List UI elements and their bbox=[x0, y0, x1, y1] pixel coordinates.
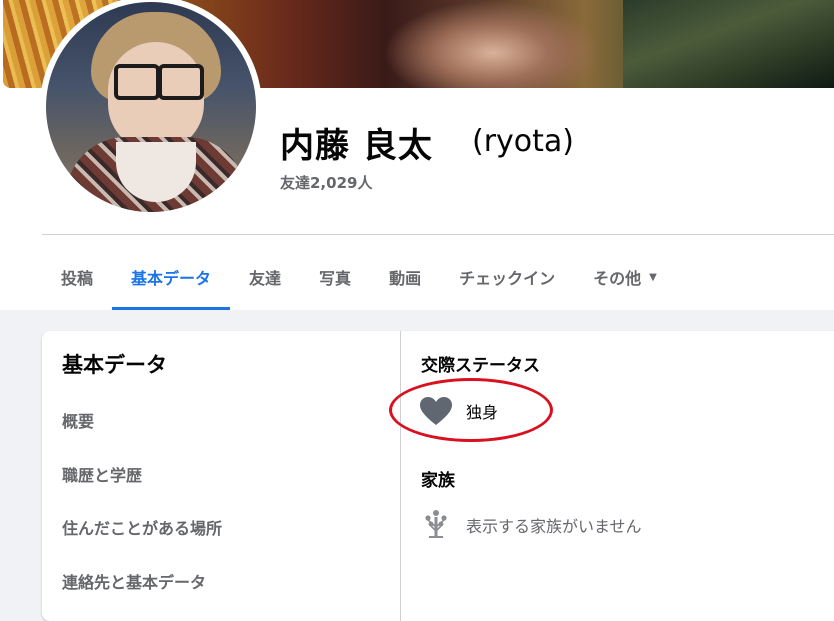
tab-label: 動画 bbox=[389, 269, 422, 288]
avatar-image bbox=[46, 2, 256, 212]
tab-about[interactable]: 基本データ bbox=[112, 244, 231, 310]
header-divider bbox=[42, 234, 834, 235]
family-title: 家族 bbox=[421, 471, 455, 491]
tab-videos[interactable]: 動画 bbox=[370, 244, 440, 310]
profile-name: 内藤 良太 bbox=[280, 126, 433, 166]
about-nav-work-education[interactable]: 職歴と学歴 bbox=[62, 462, 142, 486]
profile-alternate-name: (ryota) bbox=[472, 124, 574, 159]
avatar-glasses-left bbox=[114, 64, 160, 100]
tab-label: 投稿 bbox=[61, 269, 94, 288]
tab-label: 友達 bbox=[249, 269, 282, 288]
about-nav-overview[interactable]: 概要 bbox=[62, 408, 94, 432]
about-title: 基本データ bbox=[62, 353, 167, 377]
caret-down-icon: ▼ bbox=[649, 271, 657, 283]
tab-friends[interactable]: 友達 bbox=[230, 244, 300, 310]
tab-label: その他 bbox=[593, 269, 642, 288]
tab-photos[interactable]: 写真 bbox=[300, 244, 370, 310]
card-divider bbox=[400, 331, 401, 621]
tab-label: チェックイン bbox=[459, 269, 556, 288]
avatar-glasses-right bbox=[158, 64, 204, 100]
about-card: 基本データ 概要 職歴と学歴 住んだことがある場所 連絡先と基本データ 交際ステ… bbox=[42, 331, 834, 621]
friends-count[interactable]: 友達2,029人 bbox=[280, 172, 372, 193]
heart-icon bbox=[420, 397, 452, 425]
tab-more[interactable]: その他 ▼ bbox=[574, 244, 676, 310]
cover-photo-right-part bbox=[623, 0, 834, 88]
cover-photo-center-part bbox=[383, 0, 603, 88]
tab-label: 基本データ bbox=[131, 269, 212, 288]
tab-posts[interactable]: 投稿 bbox=[42, 244, 112, 310]
family-empty-text: 表示する家族がいません bbox=[466, 517, 642, 536]
family-tree-icon bbox=[425, 510, 447, 538]
tab-label: 写真 bbox=[319, 269, 352, 288]
tab-checkins[interactable]: チェックイン bbox=[440, 244, 574, 310]
profile-avatar[interactable] bbox=[40, 0, 262, 218]
relationship-status: 独身 bbox=[466, 403, 499, 422]
profile-tabs: 投稿 基本データ 友達 写真 動画 チェックイン その他 ▼ bbox=[42, 240, 676, 310]
about-nav-contact-basic-info[interactable]: 連絡先と基本データ bbox=[62, 569, 206, 593]
about-nav-places-lived[interactable]: 住んだことがある場所 bbox=[62, 515, 222, 539]
relationship-title: 交際ステータス bbox=[421, 356, 540, 376]
